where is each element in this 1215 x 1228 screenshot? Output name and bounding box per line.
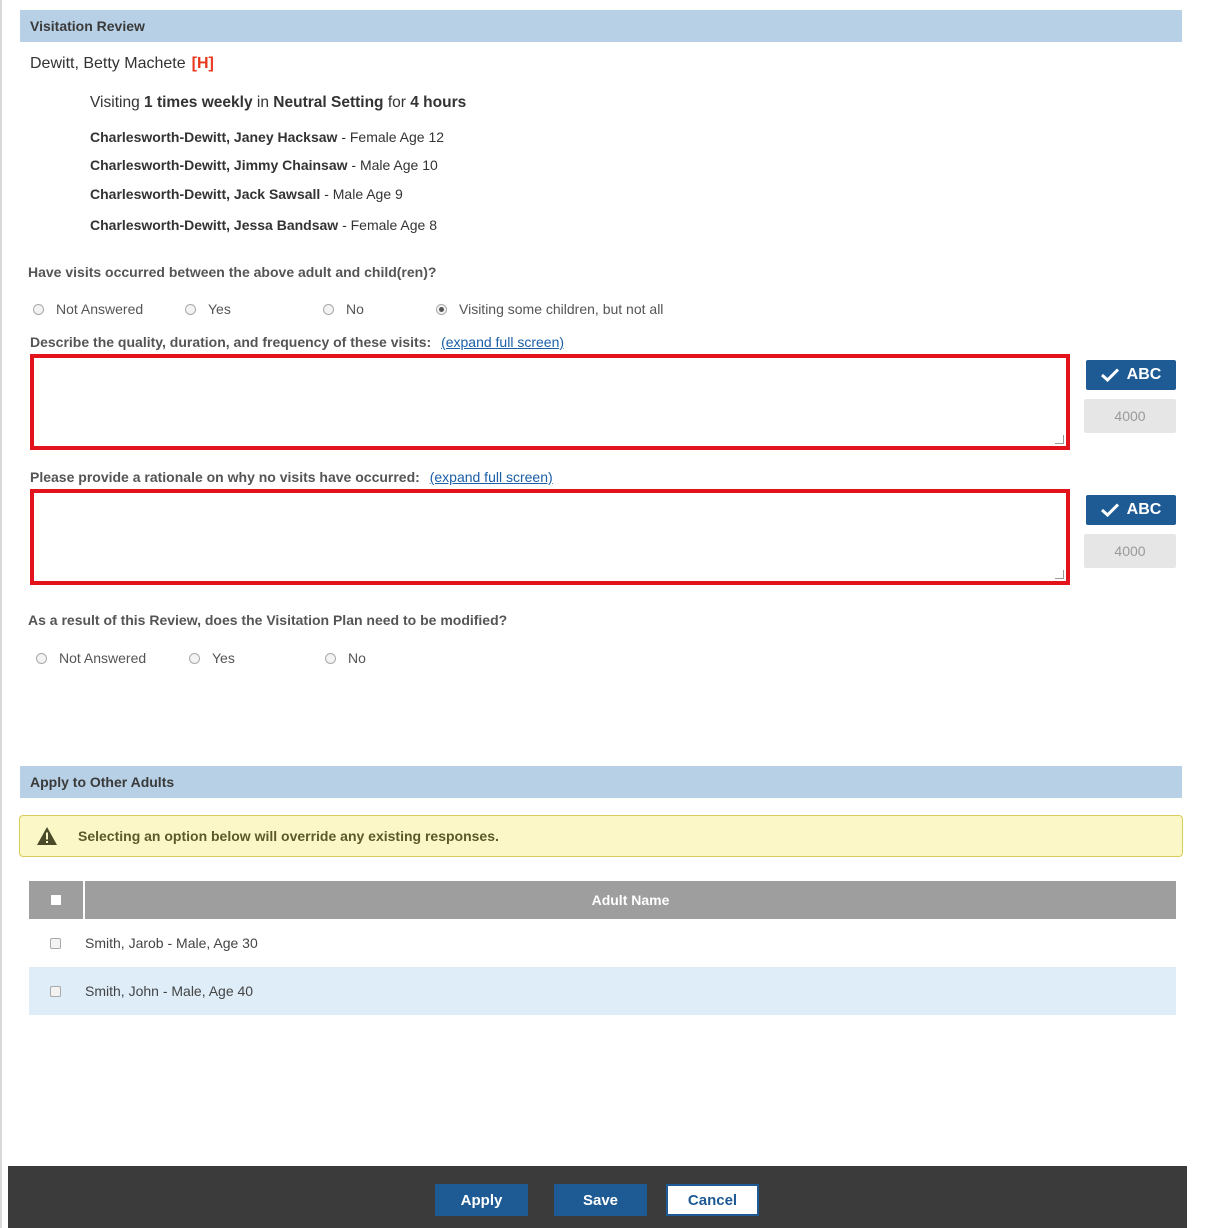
summary-for: for <box>387 94 406 111</box>
child-name: Charlesworth-Dewitt, Janey Hacksaw <box>90 129 338 145</box>
adult-name-cell: Smith, Jarob - Male, Age 30 <box>85 935 258 951</box>
radio-yes[interactable]: Yes <box>185 301 231 317</box>
child-item: Charlesworth-Dewitt, Jack Sawsall - Male… <box>90 186 403 202</box>
child-item: Charlesworth-Dewitt, Jessa Bandsaw - Fem… <box>90 217 437 233</box>
question-text: Please provide a rationale on why no vis… <box>30 469 420 485</box>
table-row: Smith, John - Male, Age 40 <box>29 967 1176 1015</box>
radio-circle[interactable] <box>325 652 336 664</box>
question-text: Describe the quality, duration, and freq… <box>30 334 432 350</box>
radio-yes[interactable]: Yes <box>189 650 235 666</box>
child-item: Charlesworth-Dewitt, Jimmy Chainsaw - Ma… <box>90 157 438 173</box>
character-counter: 4000 <box>1084 399 1176 433</box>
spellcheck-button[interactable]: ABC <box>1086 495 1176 525</box>
row-checkbox[interactable] <box>49 985 61 997</box>
check-icon <box>1100 503 1119 517</box>
visits-occurred-question: Have visits occurred between the above a… <box>28 264 437 280</box>
character-counter: 4000 <box>1084 534 1176 568</box>
radio-circle-selected[interactable] <box>436 303 447 315</box>
visits-description-textarea[interactable] <box>30 354 1070 450</box>
radio-circle[interactable] <box>323 303 334 315</box>
radio-label: Visiting some children, but not all <box>459 301 664 317</box>
radio-label: Yes <box>208 301 231 317</box>
warning-text: Selecting an option below will override … <box>78 828 499 844</box>
person-name-text: Dewitt, Betty Machete <box>30 55 186 72</box>
rationale-question: Please provide a rationale on why no vis… <box>30 469 553 485</box>
check-icon <box>1100 368 1119 382</box>
radio-label: No <box>346 301 364 317</box>
apply-button[interactable]: Apply <box>435 1184 528 1216</box>
resize-grip-icon[interactable] <box>1055 570 1064 579</box>
row-checkbox[interactable] <box>49 937 61 949</box>
spellcheck-button[interactable]: ABC <box>1086 360 1176 390</box>
child-name: Charlesworth-Dewitt, Jack Sawsall <box>90 186 321 202</box>
radio-not-answered[interactable]: Not Answered <box>33 301 143 317</box>
child-name: Charlesworth-Dewitt, Jimmy Chainsaw <box>90 157 348 173</box>
cancel-button[interactable]: Cancel <box>666 1184 759 1216</box>
radio-circle[interactable] <box>33 303 44 315</box>
child-details: - Female Age 8 <box>342 217 438 233</box>
select-all-checkbox[interactable] <box>29 881 85 919</box>
summary-prefix: Visiting <box>90 94 140 111</box>
left-border <box>0 0 2 1228</box>
radio-not-answered[interactable]: Not Answered <box>36 650 146 666</box>
radio-circle[interactable] <box>185 303 196 315</box>
summary-setting: Neutral Setting <box>273 94 384 111</box>
radio-no[interactable]: No <box>325 650 366 666</box>
child-item: Charlesworth-Dewitt, Janey Hacksaw - Fem… <box>90 129 444 145</box>
visit-summary: Visiting 1 times weekly in Neutral Setti… <box>90 94 466 112</box>
checkbox-square-icon[interactable] <box>51 895 61 905</box>
table-header: Adult Name <box>29 881 1176 919</box>
summary-in: in <box>256 94 269 111</box>
child-name: Charlesworth-Dewitt, Jessa Bandsaw <box>90 217 339 233</box>
summary-count: 1 <box>144 94 153 111</box>
child-details: - Male Age 9 <box>324 186 403 202</box>
expand-full-screen-link[interactable]: (expand full screen) <box>430 469 553 485</box>
spellcheck-label: ABC <box>1126 501 1162 518</box>
expand-full-screen-link[interactable]: (expand full screen) <box>441 334 564 350</box>
rationale-textarea[interactable] <box>30 489 1070 585</box>
warning-icon <box>37 827 57 845</box>
child-details: - Female Age 12 <box>341 129 445 145</box>
apply-other-adults-header: Apply to Other Adults <box>20 766 1182 798</box>
person-flag: [H] <box>191 55 214 72</box>
row-checkbox-cell <box>29 985 83 997</box>
summary-hours: 4 hours <box>410 94 467 111</box>
summary-frequency: times weekly <box>156 94 253 111</box>
visitation-review-header: Visitation Review <box>20 10 1182 42</box>
row-checkbox-cell <box>29 937 83 949</box>
table-row: Smith, Jarob - Male, Age 30 <box>29 919 1176 967</box>
adult-name-cell: Smith, John - Male, Age 40 <box>85 983 254 999</box>
radio-label: No <box>348 650 366 666</box>
plan-modified-question: As a result of this Review, does the Vis… <box>28 612 508 628</box>
describe-visits-question: Describe the quality, duration, and freq… <box>30 334 564 350</box>
resize-grip-icon[interactable] <box>1055 435 1064 444</box>
radio-label: Not Answered <box>56 301 144 317</box>
spellcheck-label: ABC <box>1126 366 1162 383</box>
radio-visiting-some[interactable]: Visiting some children, but not all <box>436 301 663 317</box>
override-warning: Selecting an option below will override … <box>19 815 1183 857</box>
adult-name-column-header: Adult Name <box>591 892 670 908</box>
adults-table: Adult Name Smith, Jarob - Male, Age 30 S… <box>29 881 1176 1015</box>
person-name: Dewitt, Betty Machete [H] <box>30 55 214 73</box>
save-button[interactable]: Save <box>554 1184 647 1216</box>
child-details: - Male Age 10 <box>351 157 438 173</box>
radio-label: Yes <box>212 650 235 666</box>
radio-circle[interactable] <box>189 652 200 664</box>
radio-label: Not Answered <box>59 650 147 666</box>
radio-no[interactable]: No <box>323 301 364 317</box>
radio-circle[interactable] <box>36 652 47 664</box>
